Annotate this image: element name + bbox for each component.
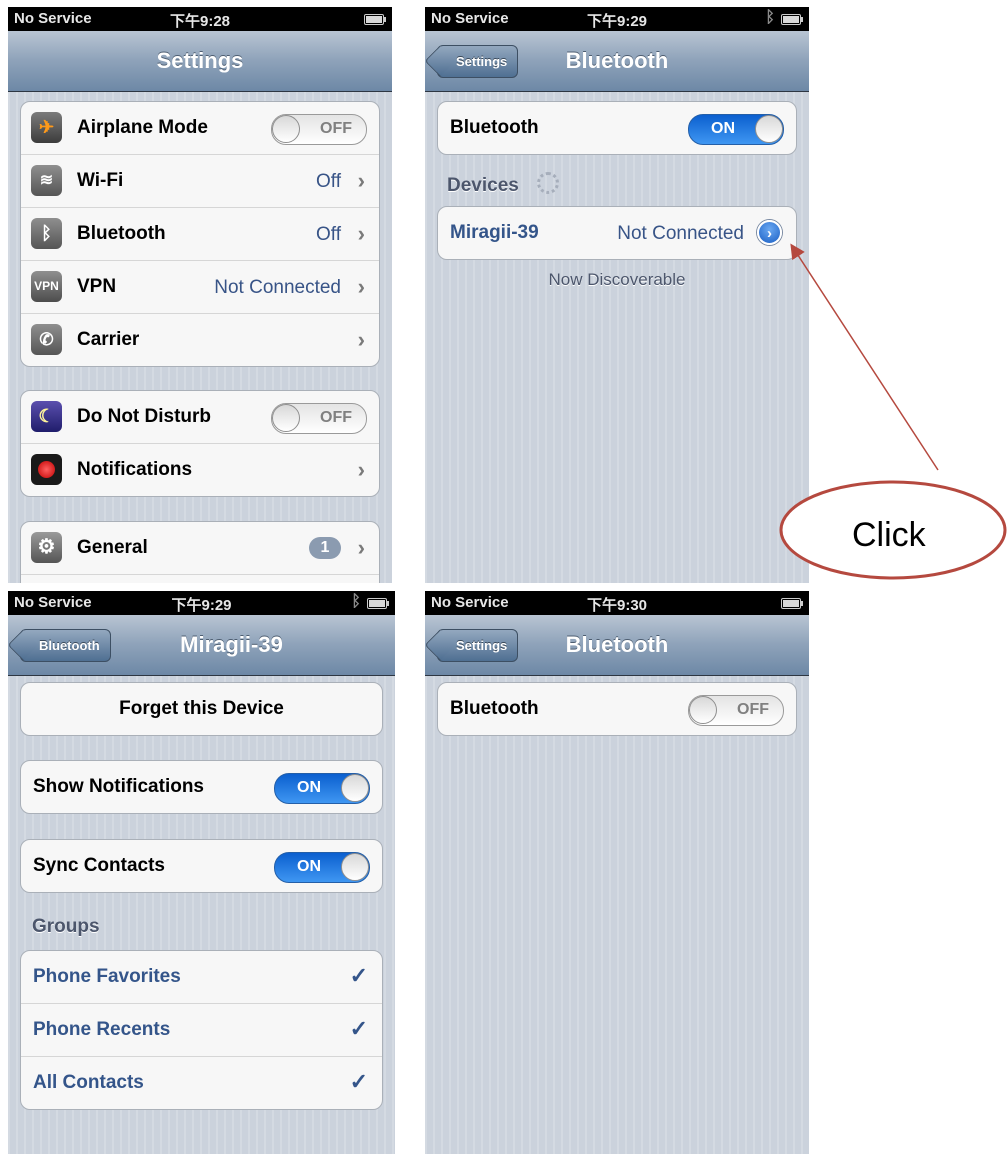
annotation-arrow: [790, 243, 939, 471]
annotation-overlay: [779, 243, 1007, 580]
annotation-label: Click: [852, 516, 926, 554]
